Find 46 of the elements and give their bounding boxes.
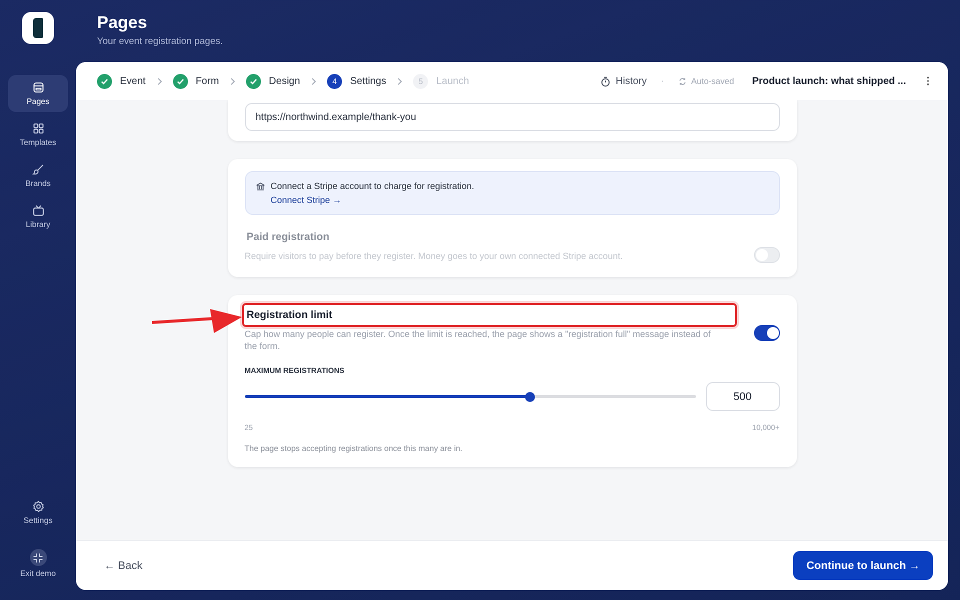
chevron-icon xyxy=(156,76,163,86)
app-logo[interactable] xyxy=(22,12,54,44)
setting-description: Cap how many people can register. Once the limit is reached, the page shows a "registration full" message instead of the form. xyxy=(244,329,712,352)
sidebar-item[interactable]: Pages xyxy=(8,75,68,112)
chevron-icon xyxy=(396,76,404,86)
more-icon[interactable] xyxy=(926,76,930,86)
step-tab[interactable]: Form xyxy=(196,76,219,86)
sidebar-item[interactable]: Templates xyxy=(8,116,68,153)
page-subtitle: Your event registration pages. xyxy=(97,36,224,47)
settings-icon xyxy=(32,500,44,513)
sidebar-item[interactable]: Library xyxy=(8,198,68,235)
grid-icon xyxy=(32,122,44,135)
stopwatch-icon xyxy=(600,76,611,86)
step-number: 4 xyxy=(327,74,342,88)
sidebar-item[interactable]: Exit demo xyxy=(8,543,68,584)
limit-hint: The page stops accepting registrations once this many are in. xyxy=(244,444,464,454)
sync-icon xyxy=(678,76,688,86)
setting-title: Registration limit xyxy=(242,303,736,327)
toggle-switch[interactable] xyxy=(754,325,780,341)
back-button[interactable]: ← Back xyxy=(104,560,143,572)
tv-icon xyxy=(32,204,44,217)
slider-handle[interactable] xyxy=(524,392,535,402)
page-name: Product launch: what shipped ... xyxy=(752,76,906,86)
continue-button[interactable]: Continue to launch → xyxy=(793,551,933,580)
url-field[interactable]: https://northwind.example/thank-you xyxy=(244,103,780,131)
step-tab[interactable]: Event xyxy=(120,76,146,86)
bank-icon xyxy=(256,182,264,191)
collapse-icon xyxy=(30,549,46,566)
connect-stripe-link[interactable]: Connect Stripe → xyxy=(270,195,474,205)
step-number: 5 xyxy=(413,74,428,88)
step-tab[interactable]: Design xyxy=(268,76,300,86)
autosave-status: Auto-saved xyxy=(678,76,734,86)
separator-dot: · xyxy=(660,76,664,86)
setting-description: Require visitors to pay before they register. Money goes to your own connected Stripe account. xyxy=(244,251,624,263)
chevron-icon xyxy=(228,76,236,86)
setting-title: Paid registration xyxy=(246,230,330,245)
chevron-icon xyxy=(310,76,318,86)
history-button[interactable]: History xyxy=(600,76,647,86)
step-tab[interactable]: Settings xyxy=(350,76,386,86)
brush-icon xyxy=(32,163,44,176)
notice-text: Connect a Stripe account to charge for registration. xyxy=(270,181,474,191)
sidebar-item[interactable]: Settings xyxy=(8,494,68,531)
browser-icon xyxy=(32,81,44,94)
page-title: Pages xyxy=(97,13,148,33)
sidebar-item[interactable]: Brands xyxy=(8,157,68,194)
limit-field[interactable]: 500 xyxy=(706,382,780,412)
